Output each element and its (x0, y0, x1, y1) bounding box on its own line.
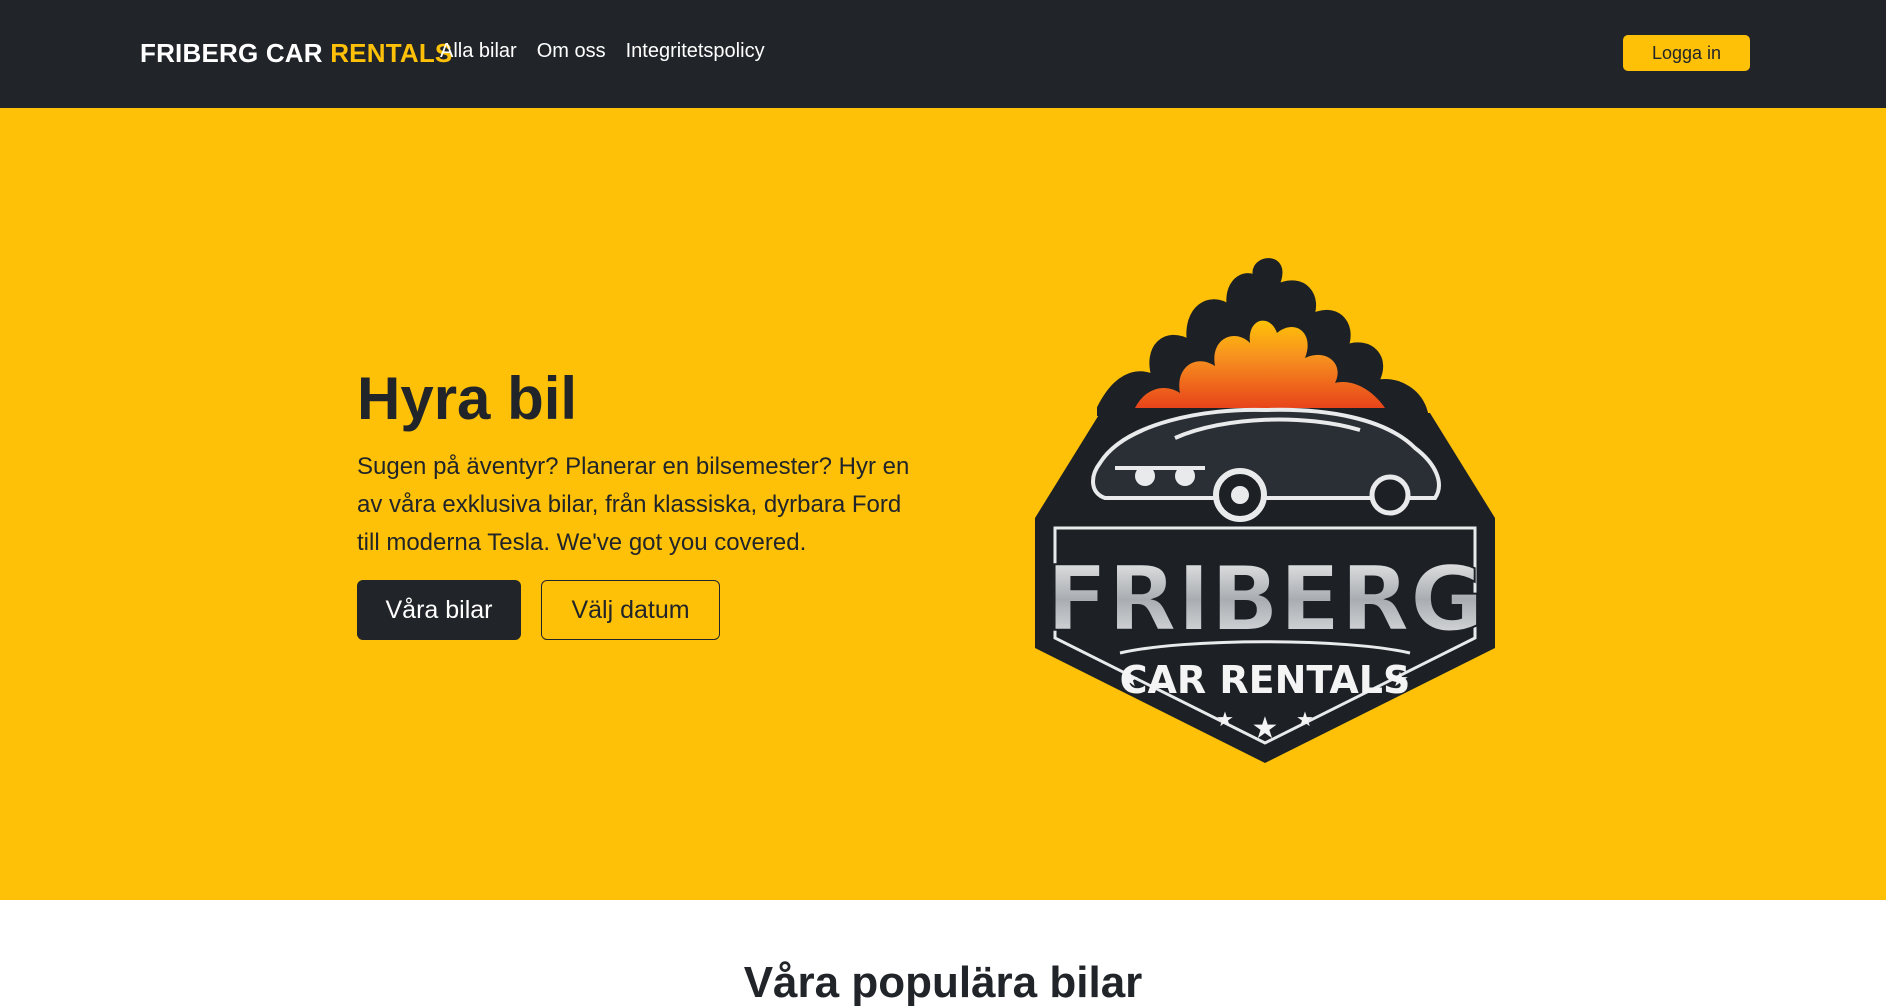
brand-main: FRIBERG CAR (140, 38, 323, 68)
nav-links: Alla bilar Om oss Integritetspolicy (440, 40, 765, 63)
logo-word-car-rentals: CAR RENTALS (1120, 658, 1411, 702)
logo-word-friberg: FRIBERG (1046, 547, 1484, 652)
star-icon: ★ (1121, 669, 1139, 691)
star-icon: ★ (1296, 709, 1314, 731)
hero-description: Sugen på äventyr? Planerar en bilsemeste… (357, 453, 910, 556)
hero-title: Hyra bil (357, 365, 578, 432)
nav-link-alla-bilar[interactable]: Alla bilar (440, 40, 517, 63)
login-button[interactable]: Logga in (1623, 35, 1750, 71)
our-cars-button[interactable]: Våra bilar (357, 580, 521, 640)
star-icon: ★ (1391, 669, 1409, 691)
star-icon: ★ (1252, 712, 1279, 745)
brand-logo-link[interactable]: FRIBERG CAR RENTALS (140, 38, 452, 69)
hero-section: Hyra bil Sugen på äventyr? Planerar en b… (0, 108, 1886, 900)
nav-link-integritetspolicy[interactable]: Integritetspolicy (626, 40, 765, 63)
choose-date-button[interactable]: Välj datum (541, 580, 720, 640)
star-icon: ★ (1216, 709, 1234, 731)
friberg-logo-image: FRIBERG CAR RENTALS ★ ★ ★ ★ ★ (1035, 258, 1495, 763)
nav-link-om-oss[interactable]: Om oss (537, 40, 606, 63)
brand-accent: RENTALS (330, 38, 453, 68)
popular-cars-title: Våra populära bilar (743, 958, 1143, 1007)
top-navbar: FRIBERG CAR RENTALS Alla bilar Om oss In… (0, 0, 1886, 108)
